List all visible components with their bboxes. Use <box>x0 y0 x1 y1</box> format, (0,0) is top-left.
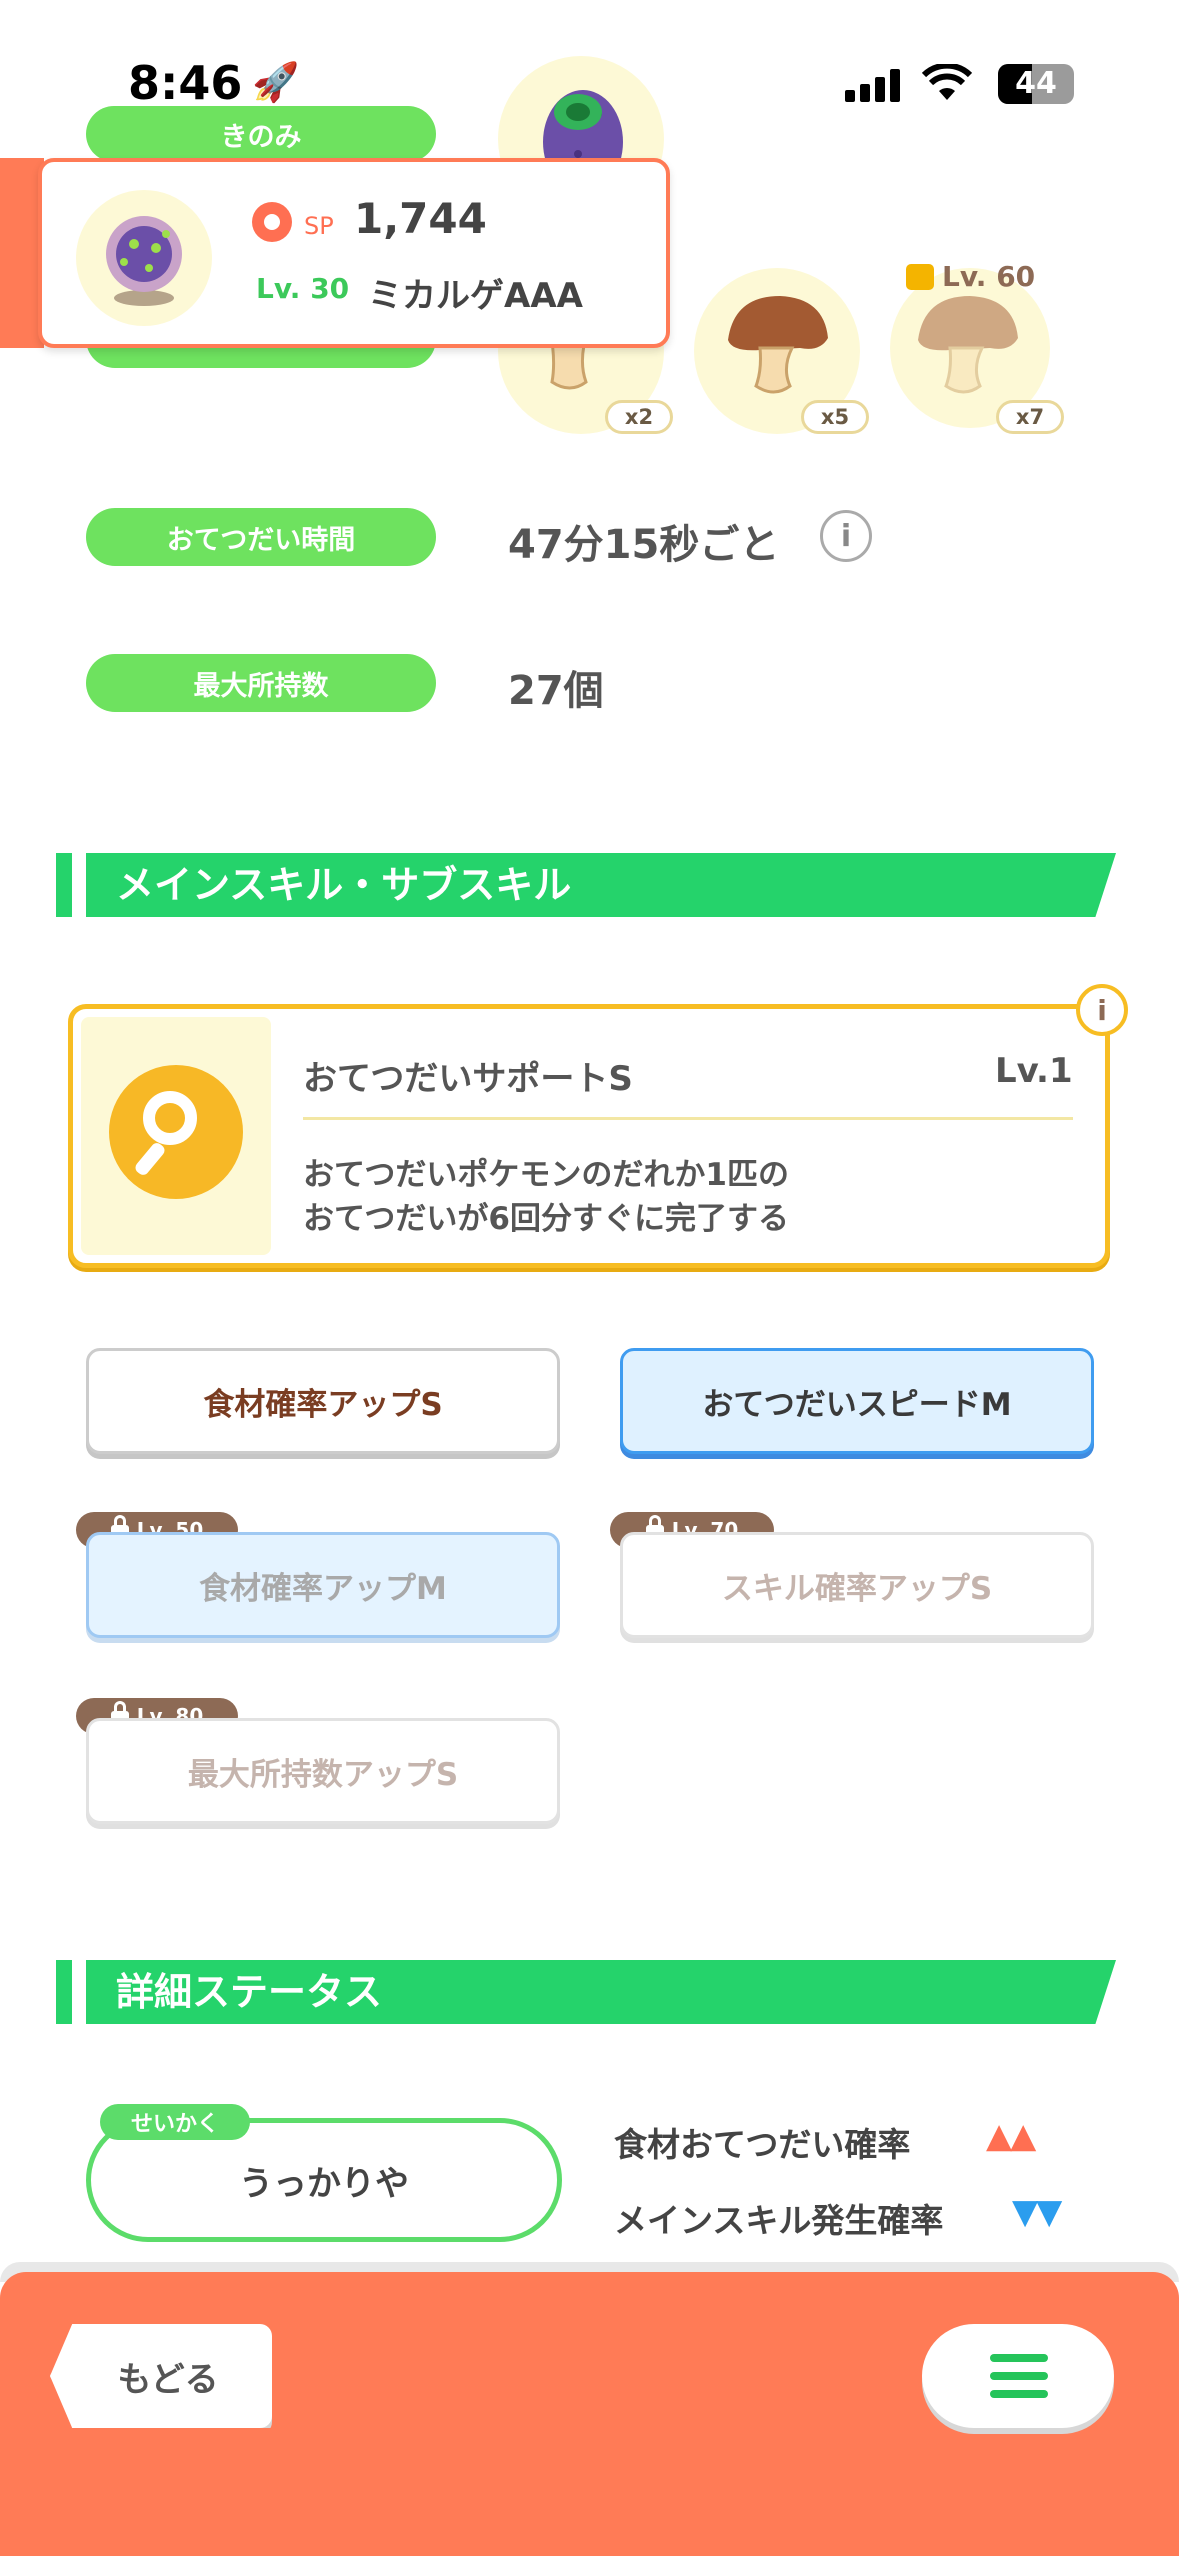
main-skill-desc-2: おてつだいが6回分すぐに完了する <box>303 1201 789 1237</box>
skills-section-header: メインスキル・サブスキル <box>56 853 1116 917</box>
sp-value: 1,744 <box>354 194 487 243</box>
mushroom-icon <box>728 296 828 394</box>
pokemon-sprite-icon <box>106 216 182 306</box>
wifi-icon <box>922 64 972 100</box>
main-skill-name: おてつだいサポートS <box>303 1059 633 1099</box>
effect-arrows-up: ▲▲ <box>986 2116 1036 2156</box>
menu-button[interactable] <box>922 2324 1114 2428</box>
back-label: もどる <box>117 2359 219 2400</box>
berry-label: きのみ <box>86 106 436 162</box>
nature-tag: せいかく <box>100 2104 250 2140</box>
sub-skill-4[interactable]: スキル確率アップS <box>620 1532 1094 1638</box>
mushroom-icon <box>918 296 1018 394</box>
ingredient-count-3: x7 <box>996 400 1064 434</box>
help-time-value: 47分15秒ごと <box>508 522 780 568</box>
max-carry-label: 最大所持数 <box>86 654 436 712</box>
back-button[interactable]: もどる <box>50 2324 272 2428</box>
main-skill-desc-1: おてつだいポケモンのだれか1匹の <box>303 1157 789 1193</box>
sp-label: SP <box>304 212 334 240</box>
ingredient-count-2: x5 <box>801 400 869 434</box>
magnifier-icon <box>109 1065 243 1199</box>
hamburger-icon <box>990 2354 1048 2398</box>
battery-icon: 44 <box>998 64 1074 104</box>
sub-skill-2[interactable]: おてつだいスピードM <box>620 1348 1094 1454</box>
effect-label-1: 食材おてつだい確率 <box>614 2125 911 2164</box>
skill-info-icon[interactable]: i <box>1076 984 1128 1036</box>
status-time: 8:46 <box>128 56 243 110</box>
max-carry-value: 27個 <box>508 668 604 714</box>
avatar <box>76 190 212 326</box>
help-time-label: おてつだい時間 <box>86 508 436 566</box>
sub-skill-3[interactable]: 食材確率アップM <box>86 1532 560 1638</box>
signal-icon <box>845 68 905 102</box>
ingredient-lock: Lv. 60 <box>906 260 1035 293</box>
nature-value: うっかりや <box>239 2163 409 2204</box>
pokemon-popup[interactable]: SP 1,744 Lv. 30 ミカルゲAAA <box>38 158 670 348</box>
effect-arrows-down: ▼▼ <box>1012 2192 1062 2232</box>
pokemon-name: ミカルゲAAA <box>368 276 583 316</box>
sub-skill-1[interactable]: 食材確率アップS <box>86 1348 560 1454</box>
info-icon[interactable]: i <box>820 510 872 562</box>
effect-label-2: メインスキル発生確率 <box>614 2201 944 2240</box>
pokeball-icon <box>252 202 292 242</box>
sub-skill-5[interactable]: 最大所持数アップS <box>86 1718 560 1824</box>
main-skill-level: Lv.1 <box>995 1051 1073 1091</box>
divider <box>303 1117 1073 1120</box>
ingredient-count-1: x2 <box>605 400 673 434</box>
rocket-icon: 🚀 <box>252 60 300 104</box>
main-skill-card[interactable]: おてつだいサポートS Lv.1 おてつだいポケモンのだれか1匹の おてつだいが6… <box>68 1004 1110 1268</box>
lock-icon <box>906 263 934 290</box>
detail-section-header: 詳細ステータス <box>56 1960 1116 2024</box>
level: Lv. 30 <box>256 272 350 305</box>
